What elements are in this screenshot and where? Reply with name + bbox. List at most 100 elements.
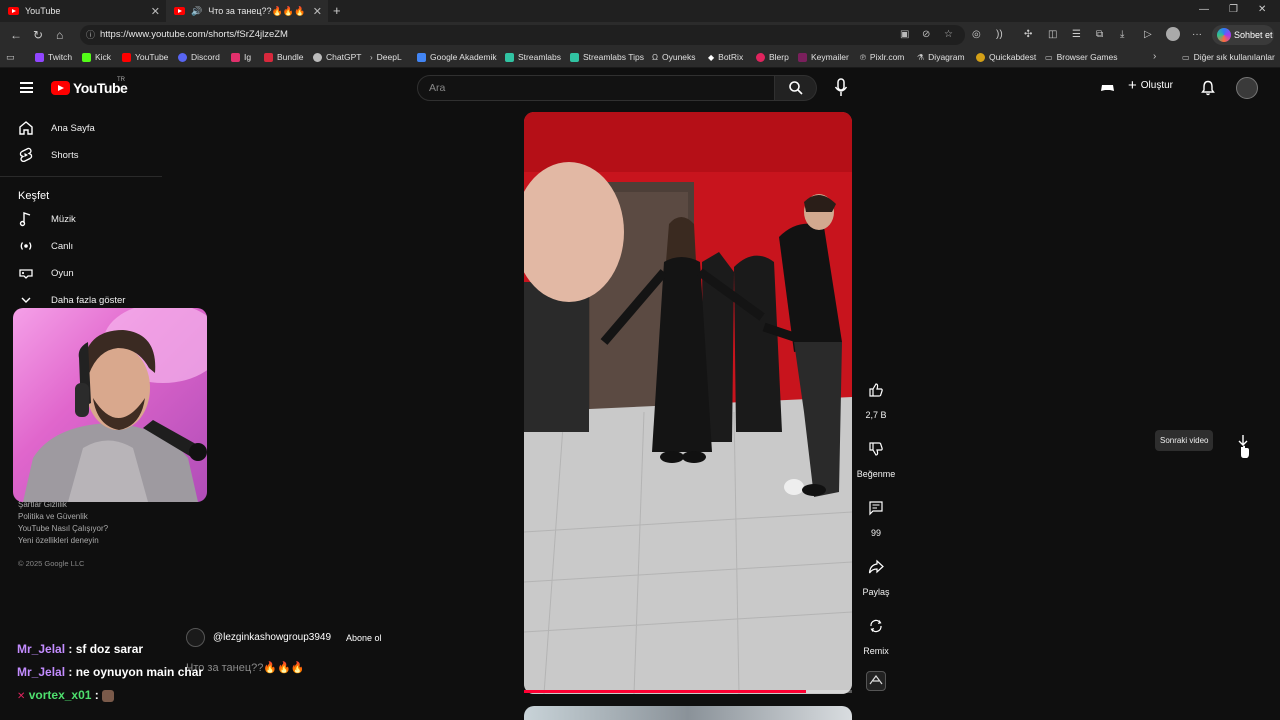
bookmark-bundle[interactable]: Bundle [264, 52, 303, 62]
bookmark-pixlr[interactable]: ℗ Pixlr.com [860, 52, 904, 62]
chat-message: Mr_Jelal : ne oynuyon main char [17, 665, 203, 679]
sidebar-item-home[interactable]: Ana Sayfa [18, 120, 95, 136]
favorites-icon[interactable]: ☰ [1072, 29, 1081, 40]
browser-tab-youtube[interactable]: YouTube ✕ [0, 0, 166, 22]
copilot-button[interactable]: Sohbet et [1212, 25, 1274, 45]
sound-thumbnail[interactable] [866, 671, 886, 691]
speaker-icon[interactable]: 🔊 [191, 6, 202, 17]
chat-text: : ne oynuyon main char [68, 665, 204, 679]
video-progress-bar[interactable] [524, 690, 852, 693]
chevron-right-icon[interactable]: › [1153, 51, 1156, 62]
read-aloud-icon[interactable]: )) [996, 29, 1003, 40]
browser-tab-shorts[interactable]: 🔊 Что за танец??🔥🔥🔥 - Yo ✕ [166, 0, 328, 22]
downloads-icon[interactable]: ⤓ [1120, 29, 1124, 40]
cast-gaming-icon[interactable] [1100, 81, 1115, 95]
bookmark-keymailer[interactable]: Keymailer [798, 52, 849, 62]
share-button[interactable]: Paylaş [856, 551, 896, 597]
extension-game-icon[interactable]: ◎ [972, 29, 981, 40]
bookmark-kick[interactable]: Kick [82, 52, 111, 62]
chat-message: Mr_Jelal : sf doz sarar [17, 642, 143, 656]
remix-button[interactable]: Remix [856, 610, 896, 656]
sidebar-item-music[interactable]: Müzik [18, 211, 76, 227]
sidebar-item-label: Ana Sayfa [51, 122, 95, 134]
youtube-masthead: YouTube TR Ara + Oluştur [0, 69, 1280, 107]
blerp-icon [756, 52, 765, 62]
bookmark-diyagram[interactable]: ⚗ Diyagram [917, 52, 965, 62]
youtube-logo[interactable]: YouTube TR [51, 77, 128, 96]
split-screen-icon[interactable]: ◫ [1048, 29, 1057, 40]
minimize-icon[interactable]: — [1199, 4, 1209, 15]
more-menu-icon[interactable]: ··· [1192, 29, 1202, 40]
next-video-button[interactable] [1235, 433, 1251, 459]
bookmark-botrix[interactable]: ◆ BotRix [708, 52, 743, 62]
install-app-icon[interactable]: ▣ [900, 25, 909, 45]
profile-icon[interactable] [1166, 27, 1180, 41]
dislike-button[interactable]: Beğenme [856, 433, 896, 479]
favorite-star-icon[interactable]: ☆ [944, 25, 953, 45]
next-short-preview[interactable] [524, 706, 852, 720]
footer-new-features[interactable]: Yeni özellikleri deneyin [18, 536, 99, 545]
like-button[interactable]: 2,7 B [856, 374, 896, 420]
bookmark-streamlabs[interactable]: Streamlabs [505, 52, 561, 62]
bookmark-quickabdest[interactable]: Quickabdest [976, 52, 1036, 62]
close-window-icon[interactable]: ✕ [1258, 4, 1266, 15]
sidebar-item-gaming[interactable]: Oyun [18, 265, 74, 281]
bookmark-google-akademik[interactable]: Google Akademik [417, 52, 497, 62]
avatar[interactable] [1236, 77, 1258, 99]
close-icon[interactable]: ✕ [151, 5, 160, 18]
instagram-icon [231, 52, 240, 62]
close-icon[interactable]: ✕ [313, 5, 322, 18]
sidebar-item-shorts[interactable]: Shorts [18, 147, 78, 163]
bell-icon[interactable] [1201, 80, 1215, 96]
footer-how-youtube-works[interactable]: YouTube Nasıl Çalışıyor? [18, 524, 108, 533]
sidebar-show-more[interactable]: Daha fazla göster [18, 292, 125, 308]
short-title: Что за танец??🔥🔥🔥 [186, 662, 305, 674]
bookmark-youtube[interactable]: YouTube [122, 52, 168, 62]
comment-icon [869, 501, 883, 516]
extensions-icon[interactable]: ✣ [1024, 29, 1032, 40]
streamlabs-icon [505, 52, 514, 62]
streamlabs-icon [570, 52, 579, 62]
collections-icon[interactable]: ⧉ [1096, 29, 1103, 40]
menu-icon[interactable] [20, 82, 33, 93]
footer-policy-safety[interactable]: Politika ve Güvenlik [18, 512, 88, 521]
bookmark-chatgpt[interactable]: ChatGPT [313, 52, 361, 62]
bookmark-browser-games[interactable]: ▭ Browser Games [1045, 52, 1118, 62]
bookmark-deepl[interactable]: › DeepL [370, 52, 402, 62]
url-bar[interactable]: ⓘ https://www.youtube.com/shorts/fSrZ4jl… [80, 25, 965, 45]
media-icon[interactable]: ▷ [1144, 29, 1152, 40]
comments-button[interactable]: 99 [856, 492, 896, 538]
short-video-player[interactable] [524, 112, 852, 694]
new-tab-icon[interactable]: + [333, 3, 341, 18]
microphone-icon[interactable] [833, 76, 849, 100]
search-button[interactable] [775, 75, 817, 101]
bookmark-discord[interactable]: Discord [178, 52, 220, 62]
bookmark-blerp[interactable]: Blerp [756, 52, 789, 62]
bookmark-streamlabs-tips[interactable]: Streamlabs Tips [570, 52, 644, 62]
search-input[interactable]: Ara [417, 75, 775, 101]
chat-text: : [94, 688, 99, 702]
site-info-icon[interactable]: ⓘ [86, 25, 95, 45]
bookmark-twitch[interactable]: Twitch [35, 52, 72, 62]
bookmark-ig[interactable]: Ig [231, 52, 251, 62]
back-icon[interactable]: ← [10, 28, 22, 42]
oyuneks-icon: Ω [652, 52, 658, 62]
restore-icon[interactable]: ❐ [1229, 4, 1238, 15]
reading-icon[interactable]: ▭ [6, 52, 15, 63]
subscribe-button[interactable]: Abone ol [339, 629, 389, 647]
deepl-icon: › [370, 52, 373, 62]
refresh-icon[interactable]: ↻ [33, 28, 43, 42]
tab-title: Что за танец??🔥🔥🔥 - Yo [208, 5, 308, 16]
channel-name[interactable]: @lezginkashowgroup3949 [213, 632, 331, 643]
sidebar-item-label: Canlı [51, 240, 74, 252]
sidebar-item-live[interactable]: Canlı [18, 238, 73, 254]
other-bookmarks-folder[interactable]: ▭ Diğer sık kullanılanlar [1182, 52, 1275, 62]
bookmark-oyuneks[interactable]: Ω Oyuneks [652, 52, 696, 62]
copyright: © 2025 Google LLC [18, 559, 85, 568]
tracking-icon[interactable]: ⊘ [922, 25, 930, 45]
channel-avatar[interactable] [186, 628, 205, 647]
create-button[interactable]: + Oluştur [1128, 78, 1173, 93]
shorts-icon [19, 147, 33, 163]
home-icon[interactable]: ⌂ [56, 28, 63, 42]
next-video-tooltip: Sonraki video [1155, 430, 1214, 451]
